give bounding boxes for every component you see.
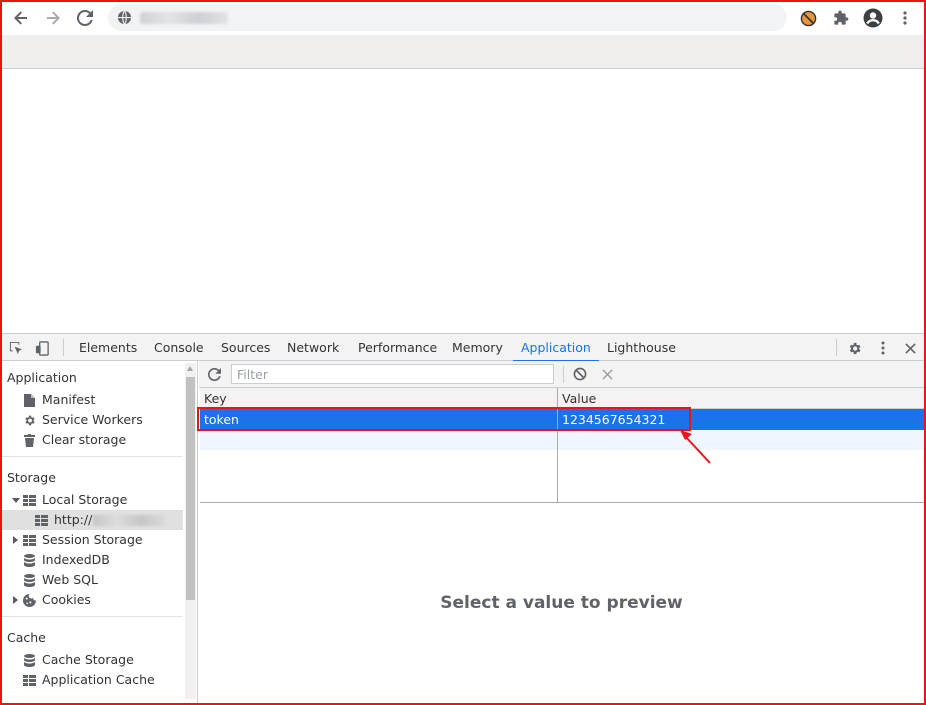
block-icon: [573, 367, 587, 381]
sidebar-item-cache-storage[interactable]: Cache Storage: [22, 650, 134, 670]
inspect-cursor-icon: [9, 341, 22, 354]
reload-icon: [207, 367, 221, 381]
blocked-extension-button[interactable]: [795, 5, 821, 31]
column-header-value[interactable]: Value: [562, 391, 596, 406]
close-icon: [601, 368, 613, 380]
devtools-menu-button[interactable]: [874, 339, 892, 357]
tab-memory[interactable]: Memory: [452, 334, 503, 361]
tab-console[interactable]: Console: [154, 334, 204, 361]
preview-placeholder-text: Select a value to preview: [440, 593, 683, 613]
storage-toolbar: [199, 361, 924, 388]
arrow-right-icon: [47, 11, 60, 25]
devtools-settings-button[interactable]: [845, 339, 863, 357]
section-title-cache: Cache: [7, 630, 46, 645]
section-title-application: Application: [7, 370, 77, 385]
database-icon: [23, 553, 35, 567]
sidebar-item-session-storage[interactable]: Session Storage: [22, 530, 143, 550]
tab-elements[interactable]: Elements: [79, 334, 137, 361]
sidebar-item-local-storage-origin[interactable]: http://: [0, 510, 183, 530]
forward-button[interactable]: [40, 5, 66, 31]
sidebar-item-local-storage[interactable]: Local Storage: [22, 490, 127, 510]
blocked-extension-icon: [800, 10, 816, 26]
empty-table-row: [200, 430, 924, 450]
delete-selected-button[interactable]: [599, 366, 615, 382]
tab-application[interactable]: Application: [513, 334, 599, 362]
close-icon: [904, 342, 916, 354]
account-icon: [863, 8, 883, 28]
file-icon: [23, 393, 35, 407]
clear-all-button[interactable]: [572, 366, 588, 382]
reload-icon: [77, 10, 93, 26]
device-mode-icon: [35, 340, 49, 356]
extensions-button[interactable]: [828, 5, 854, 31]
cell-value[interactable]: 1234567654321: [562, 412, 665, 427]
inspect-element-button[interactable]: [7, 339, 25, 357]
globe-icon[interactable]: [117, 10, 132, 25]
cell-key[interactable]: token: [204, 412, 239, 427]
sidebar-item-cookies[interactable]: Cookies: [22, 590, 91, 610]
grid-header: Key Value: [200, 388, 924, 409]
sidebar-item-application-cache[interactable]: Application Cache: [22, 670, 155, 690]
sidebar-item-service-workers[interactable]: Service Workers: [22, 410, 143, 430]
bookmarks-bar: [0, 35, 926, 69]
device-toolbar-button[interactable]: [33, 339, 51, 357]
tab-network[interactable]: Network: [287, 334, 339, 361]
tab-performance[interactable]: Performance: [358, 334, 437, 361]
back-button[interactable]: [8, 5, 34, 31]
table-grid-icon: [34, 514, 48, 526]
origin-host-redacted: [93, 514, 166, 526]
gear-icon: [849, 342, 860, 354]
address-bar[interactable]: [108, 4, 787, 31]
scroll-up-arrow[interactable]: [187, 366, 193, 371]
sidebar-item-web-sql[interactable]: Web SQL: [22, 570, 98, 590]
table-grid-icon: [22, 494, 36, 506]
column-header-key[interactable]: Key: [204, 391, 227, 406]
cookie-icon: [22, 593, 36, 607]
table-row[interactable]: token 1234567654321: [200, 409, 924, 430]
database-icon: [23, 653, 35, 667]
expand-session-storage-triangle[interactable]: [13, 536, 18, 544]
refresh-button[interactable]: [206, 366, 222, 382]
puzzle-icon: [834, 10, 849, 25]
devtools-close-button[interactable]: [901, 339, 919, 357]
section-title-storage: Storage: [7, 470, 56, 485]
column-divider[interactable]: [557, 388, 558, 502]
sidebar-scrollbar[interactable]: [185, 363, 196, 699]
kebab-menu-icon: [881, 341, 885, 355]
application-sidebar: Application Manifest Service Workers Cle…: [0, 361, 198, 703]
url-text-redacted: [140, 12, 228, 24]
table-grid-icon: [22, 674, 36, 686]
kebab-menu-icon: [903, 11, 907, 25]
expand-cookies-triangle[interactable]: [13, 596, 18, 604]
devtools-tabstrip: Elements Console Sources Network Perform…: [0, 333, 926, 362]
value-preview-pane: Select a value to preview: [199, 505, 924, 703]
database-icon: [23, 573, 35, 587]
arrow-left-icon: [14, 11, 27, 25]
tab-sources[interactable]: Sources: [221, 334, 270, 361]
scrollbar-thumb[interactable]: [186, 377, 195, 600]
page-viewport: [0, 69, 926, 333]
table-grid-icon: [22, 534, 36, 546]
sidebar-item-clear-storage[interactable]: Clear storage: [22, 430, 126, 450]
sidebar-item-manifest[interactable]: Manifest: [22, 390, 95, 410]
gear-icon: [24, 415, 35, 425]
sidebar-item-indexeddb[interactable]: IndexedDB: [22, 550, 110, 570]
trash-icon: [23, 433, 35, 447]
reload-button[interactable]: [72, 5, 98, 31]
storage-items-view: Key Value token 1234567654321 Select a v…: [199, 361, 924, 703]
browser-menu-button[interactable]: [892, 5, 918, 31]
tab-lighthouse[interactable]: Lighthouse: [607, 334, 676, 361]
account-button[interactable]: [860, 5, 886, 31]
browser-toolbar: [0, 0, 926, 35]
filter-input[interactable]: [231, 364, 554, 384]
expand-local-storage-triangle[interactable]: [12, 498, 20, 503]
storage-data-grid: Key Value token 1234567654321: [200, 388, 924, 503]
